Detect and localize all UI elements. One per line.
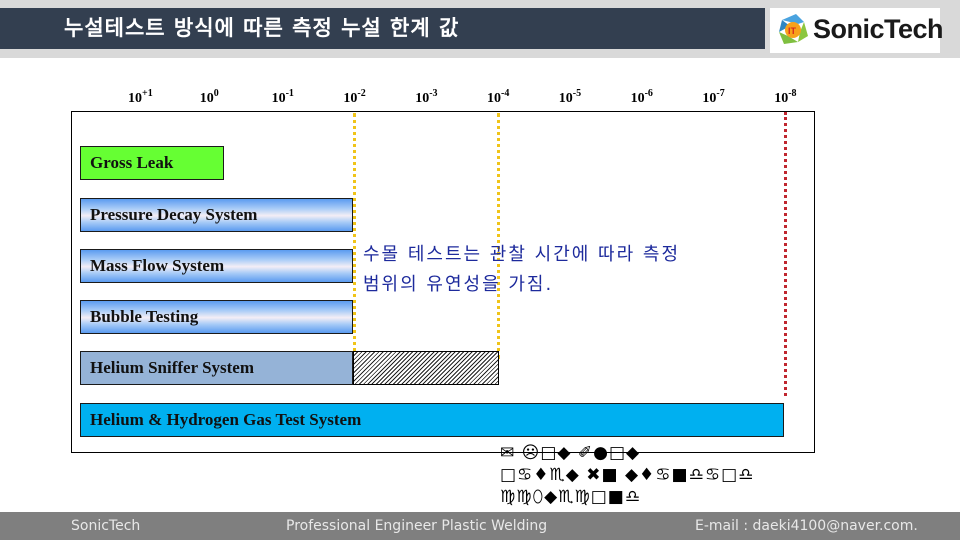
footnote-line-1: ✉ ☹□◆ ✐●□◆ [500,443,641,463]
sonictech-logo-icon: IT [779,14,808,44]
note-text: 수몰 테스트는 관찰 시간에 따라 측정 범위의 유연성을 가짐. [363,240,680,300]
footer-email: E-mail : daeki4100@naver.com. [695,518,918,534]
method-label: Mass Flow System [90,256,225,275]
scale-tick: 100 [199,88,219,106]
method-label: Helium Sniffer System [90,358,255,377]
scale-tick: 10-1 [271,88,294,106]
scale-tick: 10-6 [630,88,653,106]
note-line-1: 수몰 테스트는 관찰 시간에 따라 측정 [363,244,681,265]
scale-tick: 10+1 [128,88,153,106]
footer-company: SonicTech [71,518,141,534]
scale-tick: 10-8 [774,88,797,106]
method-bar: Gross Leak [80,146,224,180]
reference-line [353,113,356,359]
method-label: Helium & Hydrogen Gas Test System [90,410,362,429]
reference-line [784,112,787,396]
method-bar: Mass Flow System [80,249,353,283]
footer: SonicTech Professional Engineer Plastic … [0,512,960,540]
svg-text:IT: IT [788,26,797,36]
reference-line [497,113,500,359]
scale-tick: 10-5 [558,88,582,106]
logo-text: SonicTech [813,14,944,44]
footnote-line-3: ♍♍⬯◆♏♍□■♎ [500,487,642,507]
note-line-2: 범위의 유연성을 가짐. [363,274,554,295]
method-label: Pressure Decay System [90,205,258,224]
method-label: Gross Leak [90,153,174,172]
extended-range-hatch [353,351,499,385]
footnote: ✉ ☹□◆ ✐●□◆ □♋♦♏◆ ✖■ ◆♦♋■♎♋□♎ ♍♍⬯◆♏♍□■♎ [500,442,800,508]
method-bar: Helium Sniffer System [80,351,353,385]
scale-tick: 10-3 [415,88,438,106]
scale-tick: 10-4 [487,88,510,106]
method-bar: Pressure Decay System [80,198,353,232]
method-bar: Helium & Hydrogen Gas Test System [80,403,784,437]
scale-tick: 10-7 [702,88,725,106]
footer-tagline: Professional Engineer Plastic Welding [286,518,548,534]
method-bar: Bubble Testing [80,300,353,334]
footnote-line-2: □♋♦♏◆ ✖■ ◆♦♋■♎♋□♎ [500,465,755,485]
scale-tick: 10-2 [343,88,366,106]
page-title: 누설테스트 방식에 따른 측정 누설 한계 값 [64,16,460,40]
method-label: Bubble Testing [90,307,199,326]
